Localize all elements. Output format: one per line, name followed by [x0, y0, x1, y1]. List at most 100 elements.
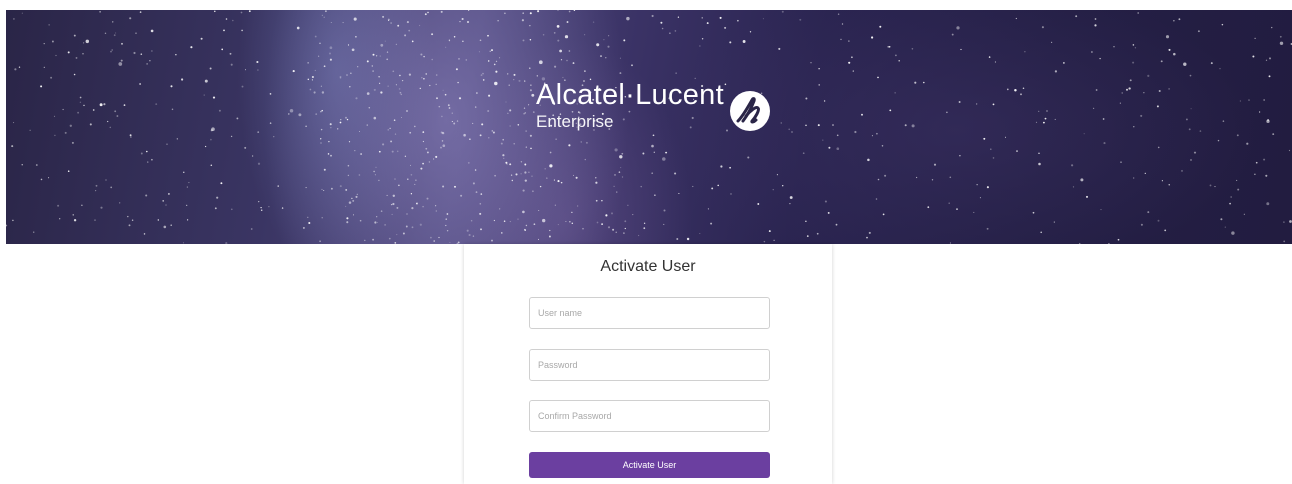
username-input[interactable] — [529, 297, 770, 329]
star — [1199, 130, 1202, 132]
star — [1263, 99, 1265, 101]
star — [170, 224, 172, 226]
star — [524, 171, 527, 174]
star — [447, 104, 450, 107]
star — [887, 46, 889, 48]
star — [218, 109, 221, 112]
star — [54, 134, 56, 137]
star — [509, 125, 511, 127]
star — [146, 63, 148, 65]
star — [506, 163, 508, 165]
star — [513, 73, 516, 76]
star — [320, 128, 323, 131]
star — [465, 59, 468, 61]
star — [614, 148, 618, 152]
star — [1229, 202, 1231, 205]
star — [643, 222, 646, 224]
star — [221, 48, 224, 51]
star — [653, 151, 655, 153]
star — [348, 201, 352, 204]
star — [83, 104, 85, 107]
star — [566, 59, 568, 62]
star — [315, 113, 318, 115]
star — [71, 141, 74, 144]
star — [105, 179, 107, 181]
star — [330, 154, 332, 157]
star — [419, 87, 422, 90]
star — [877, 76, 879, 79]
star — [339, 185, 342, 188]
star — [355, 97, 358, 100]
star — [390, 140, 393, 143]
star — [580, 141, 582, 143]
star — [324, 10, 327, 13]
star — [114, 110, 117, 113]
star — [292, 70, 295, 73]
star — [674, 30, 677, 32]
star — [1210, 62, 1213, 65]
star — [923, 81, 925, 84]
star — [605, 214, 608, 217]
password-input[interactable] — [529, 349, 770, 381]
star — [1132, 44, 1135, 46]
star — [488, 94, 491, 97]
star — [359, 219, 362, 222]
star — [637, 234, 640, 237]
star — [145, 194, 148, 197]
alcatel-lucent-logo: Alcatel·Lucent Enterprise — [536, 80, 770, 132]
star — [40, 85, 43, 88]
star — [624, 227, 626, 230]
star — [832, 124, 834, 126]
star — [699, 232, 701, 235]
star — [575, 176, 578, 179]
star — [410, 173, 413, 176]
star — [366, 124, 368, 126]
star — [69, 124, 72, 127]
star — [582, 227, 584, 230]
star — [663, 209, 666, 212]
star — [595, 181, 598, 184]
star — [467, 161, 470, 164]
star — [1190, 159, 1192, 161]
star — [387, 129, 389, 131]
confirm-password-input[interactable] — [529, 400, 770, 432]
star — [474, 106, 477, 108]
star — [225, 18, 228, 20]
star — [314, 35, 317, 38]
star — [513, 78, 515, 81]
star — [289, 109, 294, 113]
star — [392, 202, 395, 206]
star — [1237, 188, 1240, 191]
star — [1072, 186, 1075, 188]
star — [307, 216, 309, 218]
star — [976, 103, 978, 105]
star — [592, 21, 595, 23]
star — [321, 188, 323, 190]
star — [652, 134, 655, 137]
star — [48, 24, 50, 26]
star — [436, 97, 438, 100]
activate-user-button[interactable]: Activate User — [529, 452, 770, 478]
star — [409, 131, 412, 134]
star — [854, 130, 857, 134]
star — [462, 40, 464, 42]
star — [406, 213, 408, 215]
star — [321, 217, 323, 219]
star — [391, 150, 394, 153]
star — [522, 210, 525, 214]
star — [399, 74, 401, 77]
star — [555, 138, 557, 140]
star — [836, 147, 840, 151]
star — [79, 96, 82, 99]
star — [877, 178, 880, 181]
star — [445, 224, 447, 227]
star — [51, 40, 54, 43]
star — [240, 11, 243, 14]
star — [203, 94, 205, 96]
star — [1288, 149, 1291, 152]
star — [1094, 18, 1097, 20]
star — [927, 206, 930, 209]
star — [614, 174, 616, 176]
star — [1258, 111, 1261, 113]
star — [525, 224, 528, 227]
